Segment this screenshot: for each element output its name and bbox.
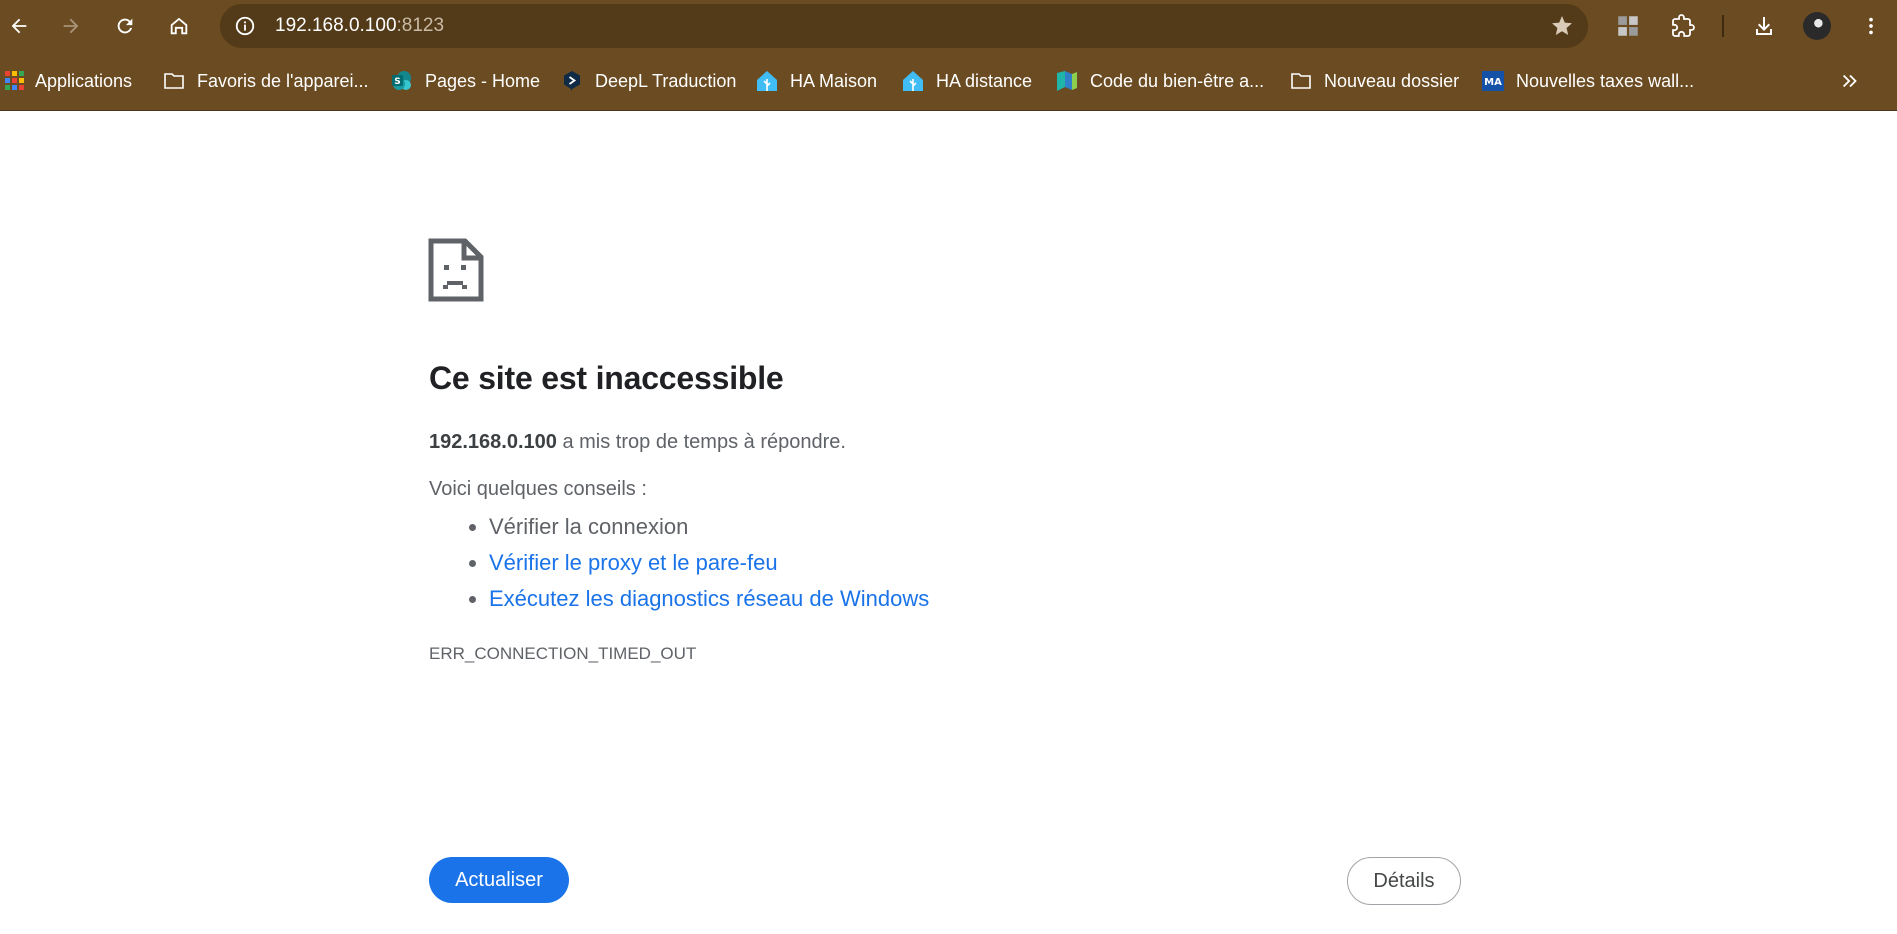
tip-check-proxy-link[interactable]: Vérifier le proxy et le pare-feu: [489, 550, 778, 575]
bookmark-nouvelles-taxes[interactable]: MA Nouvelles taxes wall...: [1481, 52, 1694, 110]
bookmark-label: HA distance: [936, 70, 1033, 91]
folder-icon: [1289, 69, 1313, 93]
downloads-button[interactable]: [1746, 8, 1782, 44]
forward-button[interactable]: [53, 8, 89, 44]
bookmark-ha-distance[interactable]: HA distance: [901, 52, 1032, 110]
bookmarks-bar: Applications Favoris de l'apparei... S P…: [0, 52, 1897, 111]
browser-toolbar: 192.168.0.100:8123: [0, 0, 1897, 52]
url-port: :8123: [396, 15, 445, 36]
toolbar-divider: [1722, 15, 1724, 37]
download-icon: [1756, 17, 1772, 35]
arrow-right-icon: [63, 18, 79, 34]
url-host: 192.168.0.100: [275, 15, 397, 36]
double-chevron-right-icon: [1842, 74, 1857, 88]
home-button[interactable]: [161, 8, 197, 44]
back-button[interactable]: [1, 8, 37, 44]
ma-favicon-icon: MA: [1481, 69, 1505, 93]
bookmark-deepl[interactable]: DeepL Traduction: [560, 52, 736, 110]
bookmark-label: Nouveau dossier: [1324, 70, 1460, 91]
bookmark-ha-maison[interactable]: HA Maison: [755, 52, 877, 110]
address-bar[interactable]: 192.168.0.100:8123: [220, 4, 1588, 48]
reload-page-button[interactable]: [107, 8, 143, 44]
tip-check-connection: Vérifier la connexion: [489, 514, 689, 539]
svg-text:MA: MA: [1484, 77, 1502, 88]
bookmark-label: Applications: [35, 70, 133, 91]
tip-item: Vérifier la connexion: [489, 509, 929, 545]
bookmark-star-button[interactable]: [1546, 10, 1578, 42]
bookmark-pages-home[interactable]: S Pages - Home: [390, 52, 540, 110]
profile-avatar[interactable]: [1803, 12, 1831, 40]
home-assistant-icon: [901, 69, 925, 93]
browser-window: 192.168.0.100:8123 Applications Favoris …: [0, 0, 1897, 934]
tips-list: Vérifier la connexion Vérifier le proxy …: [429, 509, 929, 617]
home-icon: [170, 17, 188, 35]
extensions-menu-button[interactable]: [1665, 8, 1701, 44]
tip-item: Vérifier le proxy et le pare-feu: [489, 545, 929, 581]
tip-item: Exécutez les diagnostics réseau de Windo…: [489, 581, 929, 617]
svg-text:S: S: [394, 77, 400, 87]
url-text[interactable]: 192.168.0.100:8123: [275, 4, 444, 48]
bookmark-favoris[interactable]: Favoris de l'apparei...: [162, 52, 369, 110]
bookmark-code-bien-etre[interactable]: Code du bien-être a...: [1055, 52, 1264, 110]
error-code: ERR_CONNECTION_TIMED_OUT: [429, 644, 697, 663]
site-favicon-icon: [1055, 69, 1079, 93]
bookmark-label: Favoris de l'apparei...: [197, 70, 369, 91]
arrow-left-icon: [11, 18, 27, 34]
info-icon: [235, 16, 255, 36]
error-description: 192.168.0.100 a mis trop de temps à répo…: [429, 431, 846, 454]
bookmark-applications[interactable]: Applications: [5, 52, 132, 110]
bookmark-nouveau-dossier[interactable]: Nouveau dossier: [1289, 52, 1459, 110]
bookmark-label: Nouvelles taxes wall...: [1516, 70, 1695, 91]
deepl-icon: [560, 69, 584, 93]
extension-puzzle-icon: [1618, 16, 1638, 36]
details-button[interactable]: Détails: [1347, 857, 1461, 905]
apps-grid-icon: [5, 69, 25, 93]
tips-label: Voici quelques conseils :: [429, 478, 647, 500]
puzzle-icon: [1672, 14, 1695, 37]
bookmark-label: Code du bien-être a...: [1090, 70, 1265, 91]
sharepoint-icon: S: [390, 69, 414, 93]
error-description-text: a mis trop de temps à répondre.: [556, 431, 846, 453]
folder-icon: [162, 69, 186, 93]
site-info-button[interactable]: [230, 11, 260, 41]
more-vertical-icon: [1869, 17, 1873, 35]
reload-button[interactable]: Actualiser: [429, 857, 569, 903]
bookmark-label: HA Maison: [790, 70, 878, 91]
browser-menu-button[interactable]: [1853, 8, 1889, 44]
extension-button[interactable]: [1610, 8, 1646, 44]
home-assistant-icon: [755, 69, 779, 93]
bookmark-label: Pages - Home: [425, 70, 541, 91]
sad-page-icon: [428, 238, 484, 307]
reload-icon: [117, 18, 133, 34]
error-title: Ce site est inaccessible: [429, 360, 784, 396]
bookmarks-overflow-button[interactable]: [1834, 65, 1866, 97]
tip-network-diagnostics-link[interactable]: Exécutez les diagnostics réseau de Windo…: [489, 586, 929, 611]
page-content: Ce site est inaccessible 192.168.0.100 a…: [0, 111, 1897, 934]
star-icon: [1552, 16, 1572, 35]
error-host: 192.168.0.100: [429, 431, 557, 453]
bookmark-label: DeepL Traduction: [595, 70, 737, 91]
